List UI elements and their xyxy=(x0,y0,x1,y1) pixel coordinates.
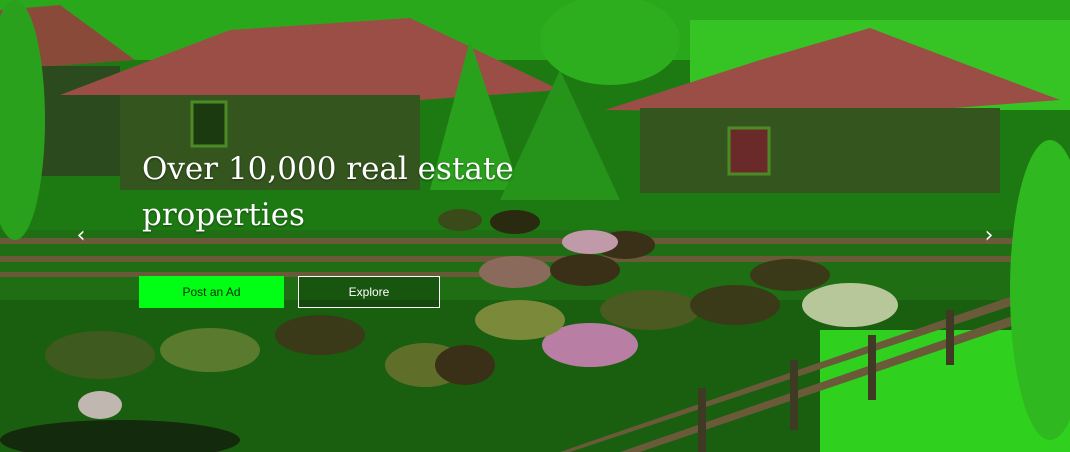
chevron-right-icon[interactable]: › xyxy=(977,222,1001,250)
hero-slider: Over 10,000 real estate properties Post … xyxy=(0,0,1070,452)
post-ad-button[interactable]: Post an Ad xyxy=(139,276,284,308)
chevron-left-icon[interactable]: ‹ xyxy=(69,222,93,250)
explore-button[interactable]: Explore xyxy=(298,276,440,308)
hero-headline: Over 10,000 real estate properties xyxy=(142,151,514,233)
